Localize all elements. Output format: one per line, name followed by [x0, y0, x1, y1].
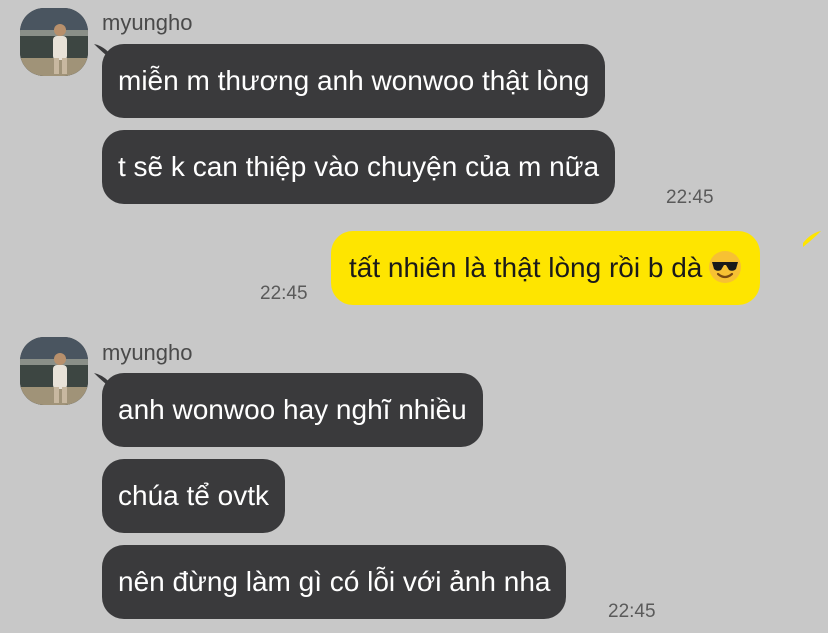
message-bubble[interactable]: nên đừng làm gì có lỗi với ảnh nha: [102, 545, 567, 619]
sender-name: myungho: [102, 10, 193, 35]
message-bubble[interactable]: miễn m thương anh wonwoo thật lòng: [102, 44, 606, 118]
avatar[interactable]: [20, 337, 88, 405]
message-bubble[interactable]: chúa tể ovtk: [102, 459, 285, 533]
message-bubble-outgoing[interactable]: tất nhiên là thật lòng rồi b dà: [331, 231, 761, 305]
message-timestamp: 22:45: [666, 187, 714, 208]
message-bubble[interactable]: t sẽ k can thiệp vào chuyện của m nữa: [102, 130, 616, 204]
bubble-tail: [803, 231, 821, 247]
avatar-photo: [20, 8, 88, 76]
smiling-face-with-sunglasses-icon: [709, 250, 742, 283]
message-bubble[interactable]: anh wonwoo hay nghĩ nhiều: [102, 373, 483, 447]
message-timestamp: 22:45: [608, 601, 656, 622]
message-timestamp: 22:45: [260, 283, 308, 304]
sender-name: myungho: [102, 340, 193, 365]
avatar[interactable]: [20, 8, 88, 76]
message-text: tất nhiên là thật lòng rồi b dà: [349, 252, 703, 283]
avatar-photo: [20, 337, 88, 405]
